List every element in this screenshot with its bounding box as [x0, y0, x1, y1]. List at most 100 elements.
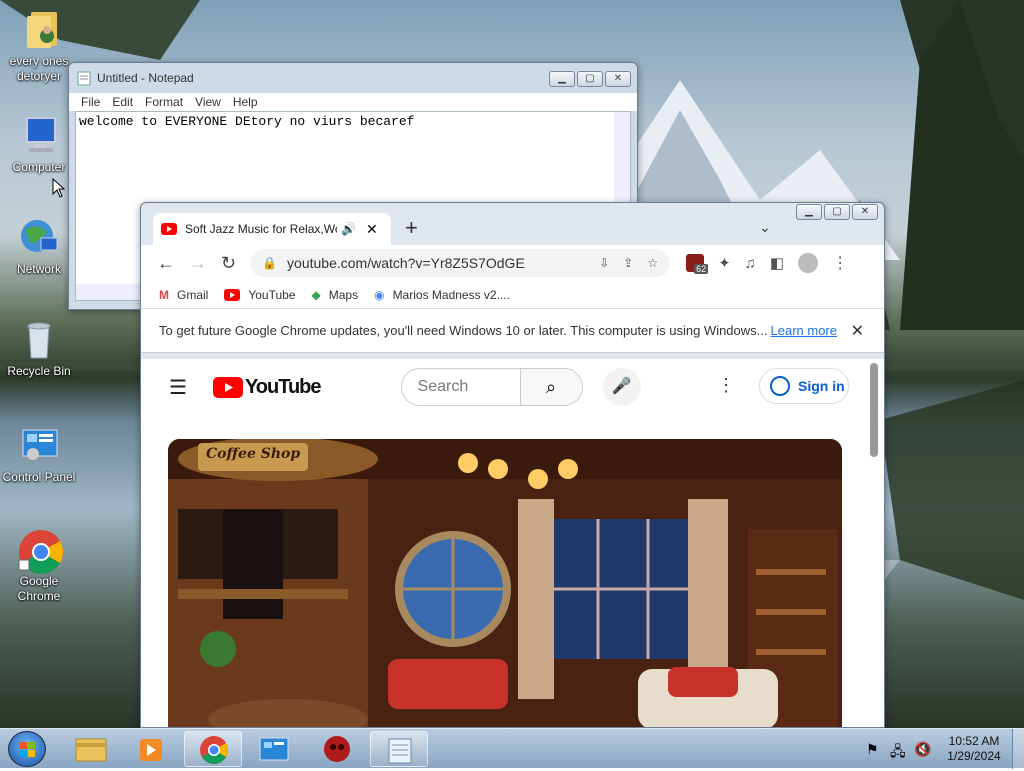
- bookmark-youtube[interactable]: YouTube: [248, 288, 295, 302]
- desktop-icon-computer[interactable]: Computer: [2, 114, 76, 175]
- bookmark-star-icon[interactable]: ☆: [647, 256, 658, 270]
- extension-badge: 62: [694, 264, 709, 274]
- control-panel-icon: [259, 737, 289, 761]
- desktop-icon-label: Recycle Bin: [7, 364, 71, 378]
- bookmark-marios-madness[interactable]: Marios Madness v2....: [393, 288, 510, 302]
- media-player-icon: [140, 739, 162, 761]
- clock-time: 10:52 AM: [948, 734, 1000, 748]
- youtube-bookmark-icon: [224, 288, 241, 301]
- chrome-icon: [18, 530, 63, 574]
- network-tray-icon[interactable]: 🖧: [890, 741, 906, 765]
- chrome-toolbar: ← → ↻ 🔒 youtube.com/watch?v=Yr8Z5S7OdGE …: [141, 245, 884, 281]
- address-bar[interactable]: 🔒 youtube.com/watch?v=Yr8Z5S7OdGE ⇩ ⇪ ☆: [250, 249, 671, 277]
- maximize-button[interactable]: ▢: [824, 204, 850, 220]
- youtube-logo-icon: [212, 376, 243, 398]
- forward-arrow-icon[interactable]: →: [189, 253, 207, 274]
- taskbar-explorer[interactable]: [62, 731, 120, 767]
- close-button[interactable]: ✕: [605, 71, 631, 87]
- taskbar: ⚑ 🖧 🔇 10:52 AM 1/29/2024: [0, 728, 1024, 769]
- chrome-window[interactable]: Soft Jazz Music for Relax,Wo 🔊 ✕ + ⌄ ▁ ▢ ✕…: [140, 202, 885, 728]
- desktop-icon-network[interactable]: Network: [2, 216, 76, 277]
- desktop-icon-folder[interactable]: every ones detoryer: [2, 8, 76, 84]
- install-icon[interactable]: ⇩: [599, 256, 609, 270]
- infobar-close-icon[interactable]: ✕: [851, 321, 864, 341]
- hamburger-menu-icon[interactable]: ☰: [169, 375, 187, 400]
- volume-muted-icon[interactable]: 🔇: [914, 741, 931, 758]
- bookmark-maps[interactable]: Maps: [329, 288, 358, 302]
- media-control-icon[interactable]: ♫: [745, 255, 756, 272]
- voice-search-button[interactable]: 🎤: [602, 368, 641, 406]
- taskbar-app-red[interactable]: [308, 731, 366, 767]
- notepad-icon: [77, 71, 91, 86]
- taskbar-chrome[interactable]: [184, 731, 242, 767]
- recycle-bin-icon: [27, 322, 51, 359]
- speaker-icon[interactable]: 🔊: [341, 222, 356, 236]
- desktop-icon-google-chrome[interactable]: Google Chrome: [2, 528, 76, 604]
- bookmark-gmail[interactable]: Gmail: [177, 288, 208, 302]
- menu-format[interactable]: Format: [145, 95, 183, 109]
- back-arrow-icon[interactable]: ←: [157, 253, 175, 274]
- windows-logo-icon: [20, 742, 35, 757]
- youtube-search-box[interactable]: Search ⌕: [400, 368, 583, 406]
- coffee-shop-sign: Coffee Shop: [206, 446, 301, 462]
- sign-in-button[interactable]: Sign in: [759, 368, 849, 404]
- desktop-icon-label: every ones detoryer: [9, 54, 69, 83]
- menu-view[interactable]: View: [195, 95, 221, 109]
- coffee-shop-scene-image: [168, 439, 842, 727]
- taskbar-media-player[interactable]: [124, 731, 182, 767]
- learn-more-link[interactable]: Learn more: [771, 323, 837, 338]
- notepad-icon: [388, 738, 412, 764]
- folder-icon: [27, 12, 57, 48]
- search-icon: ⌕: [545, 377, 557, 397]
- clock[interactable]: 10:52 AM 1/29/2024: [940, 734, 1008, 764]
- menu-help[interactable]: Help: [233, 95, 258, 109]
- share-icon[interactable]: ⇪: [623, 256, 633, 270]
- notepad-title: Untitled - Notepad: [97, 71, 194, 85]
- desktop-icon-recycle-bin[interactable]: Recycle Bin: [2, 318, 76, 379]
- menu-file[interactable]: File: [81, 95, 100, 109]
- url-text[interactable]: youtube.com/watch?v=Yr8Z5S7OdGE: [287, 255, 525, 271]
- red-character-icon: [324, 736, 350, 762]
- page-scrollbar[interactable]: [870, 363, 878, 457]
- maximize-button[interactable]: ▢: [577, 71, 603, 87]
- desktop-icon-label: Google Chrome: [17, 574, 61, 603]
- flag-icon[interactable]: ⚑: [866, 741, 879, 758]
- youtube-page: ☰ YouTube Search ⌕ 🎤 ⋮ Sign in Coffee Sh…: [141, 359, 884, 727]
- tab-title: Soft Jazz Music for Relax,Wo: [185, 222, 337, 236]
- tab-youtube[interactable]: Soft Jazz Music for Relax,Wo 🔊 ✕: [153, 213, 391, 245]
- minimize-button[interactable]: ▁: [549, 71, 575, 87]
- lock-icon[interactable]: 🔒: [262, 256, 277, 270]
- notepad-menubar: File Edit Format View Help: [69, 93, 637, 111]
- infobar-text: To get future Google Chrome updates, you…: [159, 323, 768, 338]
- new-tab-button[interactable]: +: [405, 215, 418, 241]
- profile-avatar-icon[interactable]: [798, 253, 819, 273]
- computer-icon: [26, 117, 56, 152]
- close-button[interactable]: ✕: [852, 204, 878, 220]
- reload-icon[interactable]: ↻: [221, 253, 236, 274]
- gmail-icon: M: [159, 287, 169, 302]
- desktop-icon-control-panel[interactable]: Control Panel: [2, 424, 76, 485]
- youtube-search-button[interactable]: ⌕: [519, 369, 582, 405]
- video-player[interactable]: Coffee Shop: [168, 439, 842, 727]
- settings-more-icon[interactable]: ⋮: [717, 375, 735, 396]
- desktop-icon-label: Computer: [12, 160, 66, 174]
- chrome-icon: [200, 736, 228, 764]
- taskbar-notepad[interactable]: [370, 731, 428, 767]
- youtube-search-input[interactable]: Search: [418, 378, 469, 396]
- menu-edit[interactable]: Edit: [112, 95, 133, 109]
- youtube-logo[interactable]: YouTube: [212, 376, 322, 399]
- desktop-icon-label: Control Panel: [2, 470, 76, 484]
- show-desktop-button[interactable]: [1012, 729, 1024, 769]
- notepad-content[interactable]: welcome to EVERYONE DEtory no viurs beca…: [76, 112, 630, 131]
- start-button[interactable]: [8, 731, 46, 767]
- tab-search-chevron-icon[interactable]: ⌄: [759, 219, 771, 236]
- notepad-titlebar[interactable]: Untitled - Notepad ▁ ▢ ✕: [69, 63, 637, 93]
- desktop-icon-label: Network: [16, 262, 61, 276]
- extensions-puzzle-icon[interactable]: ✦: [718, 254, 731, 272]
- tab-close-icon[interactable]: ✕: [366, 221, 378, 238]
- chrome-menu-icon[interactable]: ⋮: [832, 253, 848, 273]
- extension-shield-icon[interactable]: 62: [686, 254, 709, 274]
- taskbar-control-panel[interactable]: [246, 731, 304, 767]
- side-panel-icon[interactable]: ◧: [770, 254, 784, 272]
- minimize-button[interactable]: ▁: [796, 204, 822, 220]
